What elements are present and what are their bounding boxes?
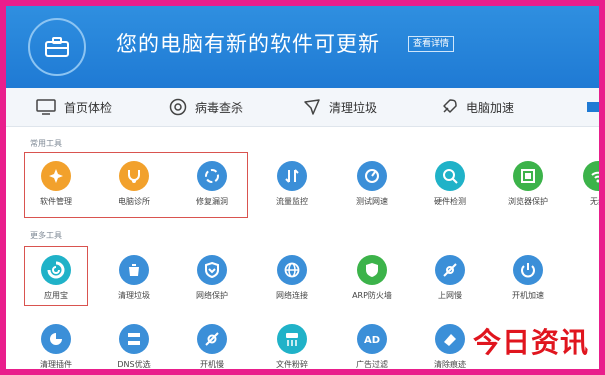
nav-item-cleanup[interactable]: 清理垃圾 [303, 97, 377, 117]
virus-scan-icon [169, 98, 187, 116]
tool-tile[interactable]: 网络连接 [262, 255, 322, 301]
nav-label: 电脑加速 [466, 100, 515, 115]
browser-shield-icon [513, 161, 543, 191]
slow-network-icon [435, 255, 465, 285]
tool-label: ARP防火墙 [352, 291, 392, 300]
nav-label: 清理垃圾 [329, 100, 378, 115]
tool-tile[interactable]: 修复漏洞 [182, 161, 242, 207]
stethoscope-icon [119, 161, 149, 191]
tool-label: 应用宝 [44, 291, 68, 300]
traffic-monitor-icon [277, 161, 307, 191]
view-details-button[interactable]: 查看详情 [408, 36, 455, 52]
tool-label: 开机加速 [512, 291, 544, 300]
tool-tile[interactable]: 浏览器保护 [498, 161, 558, 207]
tool-label: 硬件检测 [434, 197, 466, 206]
tool-label: 网络保护 [196, 291, 228, 300]
tool-tile[interactable]: 无线 [568, 161, 599, 207]
tool-label: 软件管理 [40, 197, 72, 206]
tool-label: 浏览器保护 [508, 197, 548, 206]
nav-scroll-indicator [587, 102, 599, 112]
nav-item-checkup[interactable]: 首页体检 [36, 97, 112, 117]
nav-bar: 首页体检 病毒查杀 清理垃圾 电脑加速 [6, 88, 599, 127]
ad-filter-icon: AD [357, 324, 387, 354]
tool-tile[interactable]: 软件管理 [26, 161, 86, 207]
network-shield-icon [197, 255, 227, 285]
tool-tile[interactable]: 网络保护 [182, 255, 242, 301]
broom-icon [304, 99, 320, 115]
tool-tile[interactable]: 应用宝 [26, 255, 86, 301]
watermark-text: 今日资讯 [472, 326, 589, 359]
cleanup-icon [119, 255, 149, 285]
nav-label: 病毒查杀 [195, 100, 244, 115]
tool-label: 网络连接 [276, 291, 308, 300]
tool-label: 电脑诊所 [118, 197, 150, 206]
wifi-icon [583, 161, 599, 191]
tool-tile[interactable]: 上网慢 [420, 255, 480, 301]
tool-label: 清理插件 [40, 360, 72, 369]
tool-tile[interactable]: 清理插件 [26, 324, 86, 369]
monitor-icon [36, 99, 56, 115]
software-manager-icon [41, 161, 71, 191]
tool-tile[interactable]: 测试网速 [342, 161, 402, 207]
file-shredder-icon [277, 324, 307, 354]
section-label-common: 常用工具 [30, 139, 62, 148]
tool-label: 测试网速 [356, 197, 388, 206]
tool-label: 无线 [590, 197, 599, 206]
boot-speed-icon [513, 255, 543, 285]
nav-item-speedup[interactable]: 电脑加速 [440, 97, 514, 117]
update-title: 您的电脑有新的软件可更新 [116, 32, 380, 56]
repair-icon [197, 161, 227, 191]
tool-tile[interactable]: 文件粉碎 [262, 324, 322, 369]
slow-boot-icon [197, 324, 227, 354]
tool-label: 广告过滤 [356, 360, 388, 369]
tool-label: DNS优选 [117, 360, 151, 369]
tool-label: 清除痕迹 [434, 360, 466, 369]
svg-text:AD: AD [364, 335, 380, 346]
hardware-check-icon [435, 161, 465, 191]
update-banner: 您的电脑有新的软件可更新 查看详情 [6, 6, 599, 88]
globe-icon [277, 255, 307, 285]
erase-traces-icon [435, 324, 465, 354]
nav-label: 首页体检 [64, 100, 113, 115]
tool-tile[interactable]: 开机慢 [182, 324, 242, 369]
tool-label: 修复漏洞 [196, 197, 228, 206]
speed-test-icon [357, 161, 387, 191]
dns-icon [119, 324, 149, 354]
tool-tile[interactable]: 硬件检测 [420, 161, 480, 207]
tool-tile[interactable]: 开机加速 [498, 255, 558, 301]
tool-tile[interactable]: DNS优选 [104, 324, 164, 369]
plugin-clean-icon [41, 324, 71, 354]
tool-tile[interactable]: 清除痕迹 [420, 324, 480, 369]
tool-label: 文件粉碎 [276, 360, 308, 369]
toolbox-logo [28, 18, 86, 76]
arp-firewall-icon [357, 255, 387, 285]
tool-tile[interactable]: 电脑诊所 [104, 161, 164, 207]
section-label-more: 更多工具 [30, 231, 62, 240]
app-store-icon [41, 255, 71, 285]
tool-tile[interactable]: 清理垃圾 [104, 255, 164, 301]
nav-item-virus-scan[interactable]: 病毒查杀 [169, 97, 243, 117]
tool-label: 上网慢 [438, 291, 462, 300]
tool-tile[interactable]: ARP防火墙 [342, 255, 402, 301]
tool-tile[interactable]: 流量监控 [262, 161, 322, 207]
tool-tile[interactable]: AD 广告过滤 [342, 324, 402, 369]
rocket-icon [443, 99, 457, 113]
tool-label: 流量监控 [276, 197, 308, 206]
toolbox-icon [45, 37, 69, 57]
tool-label: 清理垃圾 [118, 291, 150, 300]
app-window: 您的电脑有新的软件可更新 查看详情 首页体检 病毒查杀 清理垃圾 电脑加速 常用… [6, 6, 599, 369]
tool-label: 开机慢 [200, 360, 224, 369]
